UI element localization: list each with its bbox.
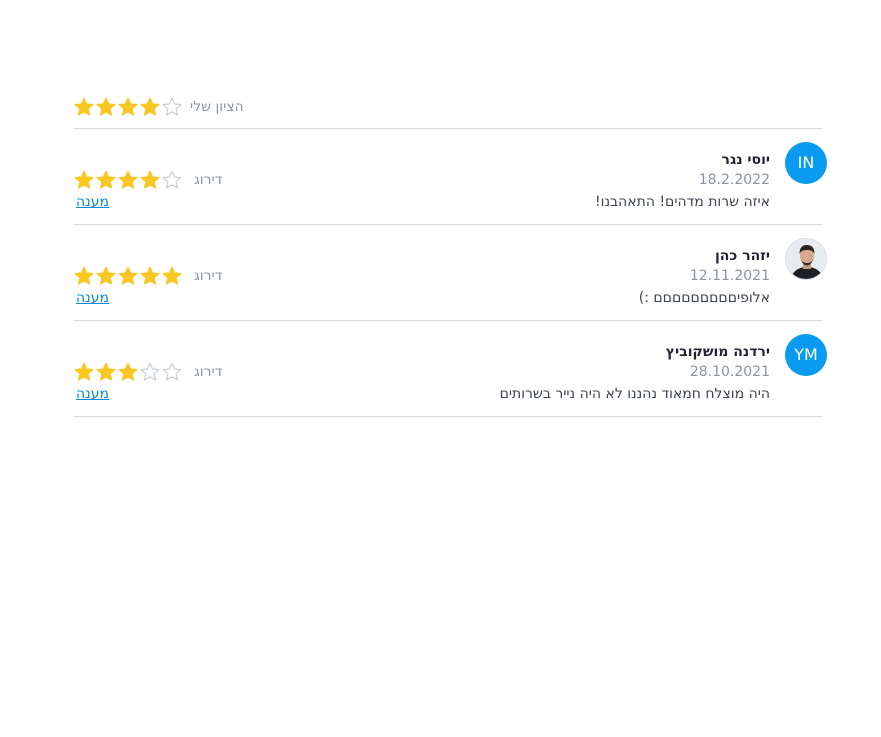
star-filled-icon <box>117 169 139 191</box>
star-filled-icon <box>95 361 117 383</box>
rating-label: דירוג <box>194 364 223 380</box>
star-filled-icon <box>117 265 139 287</box>
reviewer-name: יוסי נגר <box>721 152 770 168</box>
review-comment: היה מוצלח חמאוד נהננו לא היה נייר בשרותי… <box>499 386 770 402</box>
star-filled-icon <box>95 169 117 191</box>
star-filled-icon <box>117 361 139 383</box>
star-empty-icon <box>139 361 161 383</box>
reviewer-name: ירדנה מושקוביץ <box>665 344 770 360</box>
star-filled-icon[interactable] <box>117 96 139 118</box>
star-filled-icon <box>139 265 161 287</box>
star-filled-icon <box>73 361 95 383</box>
reviews-panel: הציון שלי IN יוסי נגר 18.2.2022 איזה שרו… <box>73 86 827 417</box>
star-filled-icon <box>73 265 95 287</box>
star-filled-icon <box>139 169 161 191</box>
star-filled-icon <box>161 265 183 287</box>
review-rating-stars <box>73 265 183 287</box>
avatar: IN <box>785 142 827 184</box>
star-empty-icon <box>161 361 183 383</box>
avatar: YM <box>785 334 827 376</box>
rating-label: דירוג <box>194 172 223 188</box>
user-photo-icon <box>785 238 827 280</box>
review-comment: אלופיםםםםםםםםם :) <box>638 290 770 306</box>
star-filled-icon[interactable] <box>73 96 95 118</box>
star-filled-icon[interactable] <box>95 96 117 118</box>
review-rating-stars <box>73 169 183 191</box>
star-filled-icon <box>73 169 95 191</box>
review-date: 12.11.2021 <box>689 268 770 284</box>
my-rating-row: הציון שלי <box>73 86 823 129</box>
reviewer-name: יזהר כהן <box>714 248 770 264</box>
review-rating-stars <box>73 361 183 383</box>
reply-link[interactable]: מענה <box>76 194 109 210</box>
review-item: יזהר כהן 12.11.2021 אלופיםםםםםםםםם :) די… <box>73 225 827 321</box>
star-empty-icon[interactable] <box>161 96 183 118</box>
rating-label: דירוג <box>194 268 223 284</box>
star-filled-icon[interactable] <box>139 96 161 118</box>
review-comment: איזה שרות מדהים! התאהבנו! <box>595 194 770 210</box>
review-date: 18.2.2022 <box>698 172 770 188</box>
reply-link[interactable]: מענה <box>76 290 109 306</box>
review-item: IN יוסי נגר 18.2.2022 איזה שרות מדהים! ה… <box>73 129 827 225</box>
star-filled-icon <box>95 265 117 287</box>
reply-link[interactable]: מענה <box>76 386 109 402</box>
review-item: YM ירדנה מושקוביץ 28.10.2021 היה מוצלח ח… <box>73 321 827 417</box>
my-rating-label: הציון שלי <box>190 99 244 115</box>
star-empty-icon <box>161 169 183 191</box>
review-date: 28.10.2021 <box>689 364 770 380</box>
my-rating-stars[interactable] <box>73 96 183 118</box>
